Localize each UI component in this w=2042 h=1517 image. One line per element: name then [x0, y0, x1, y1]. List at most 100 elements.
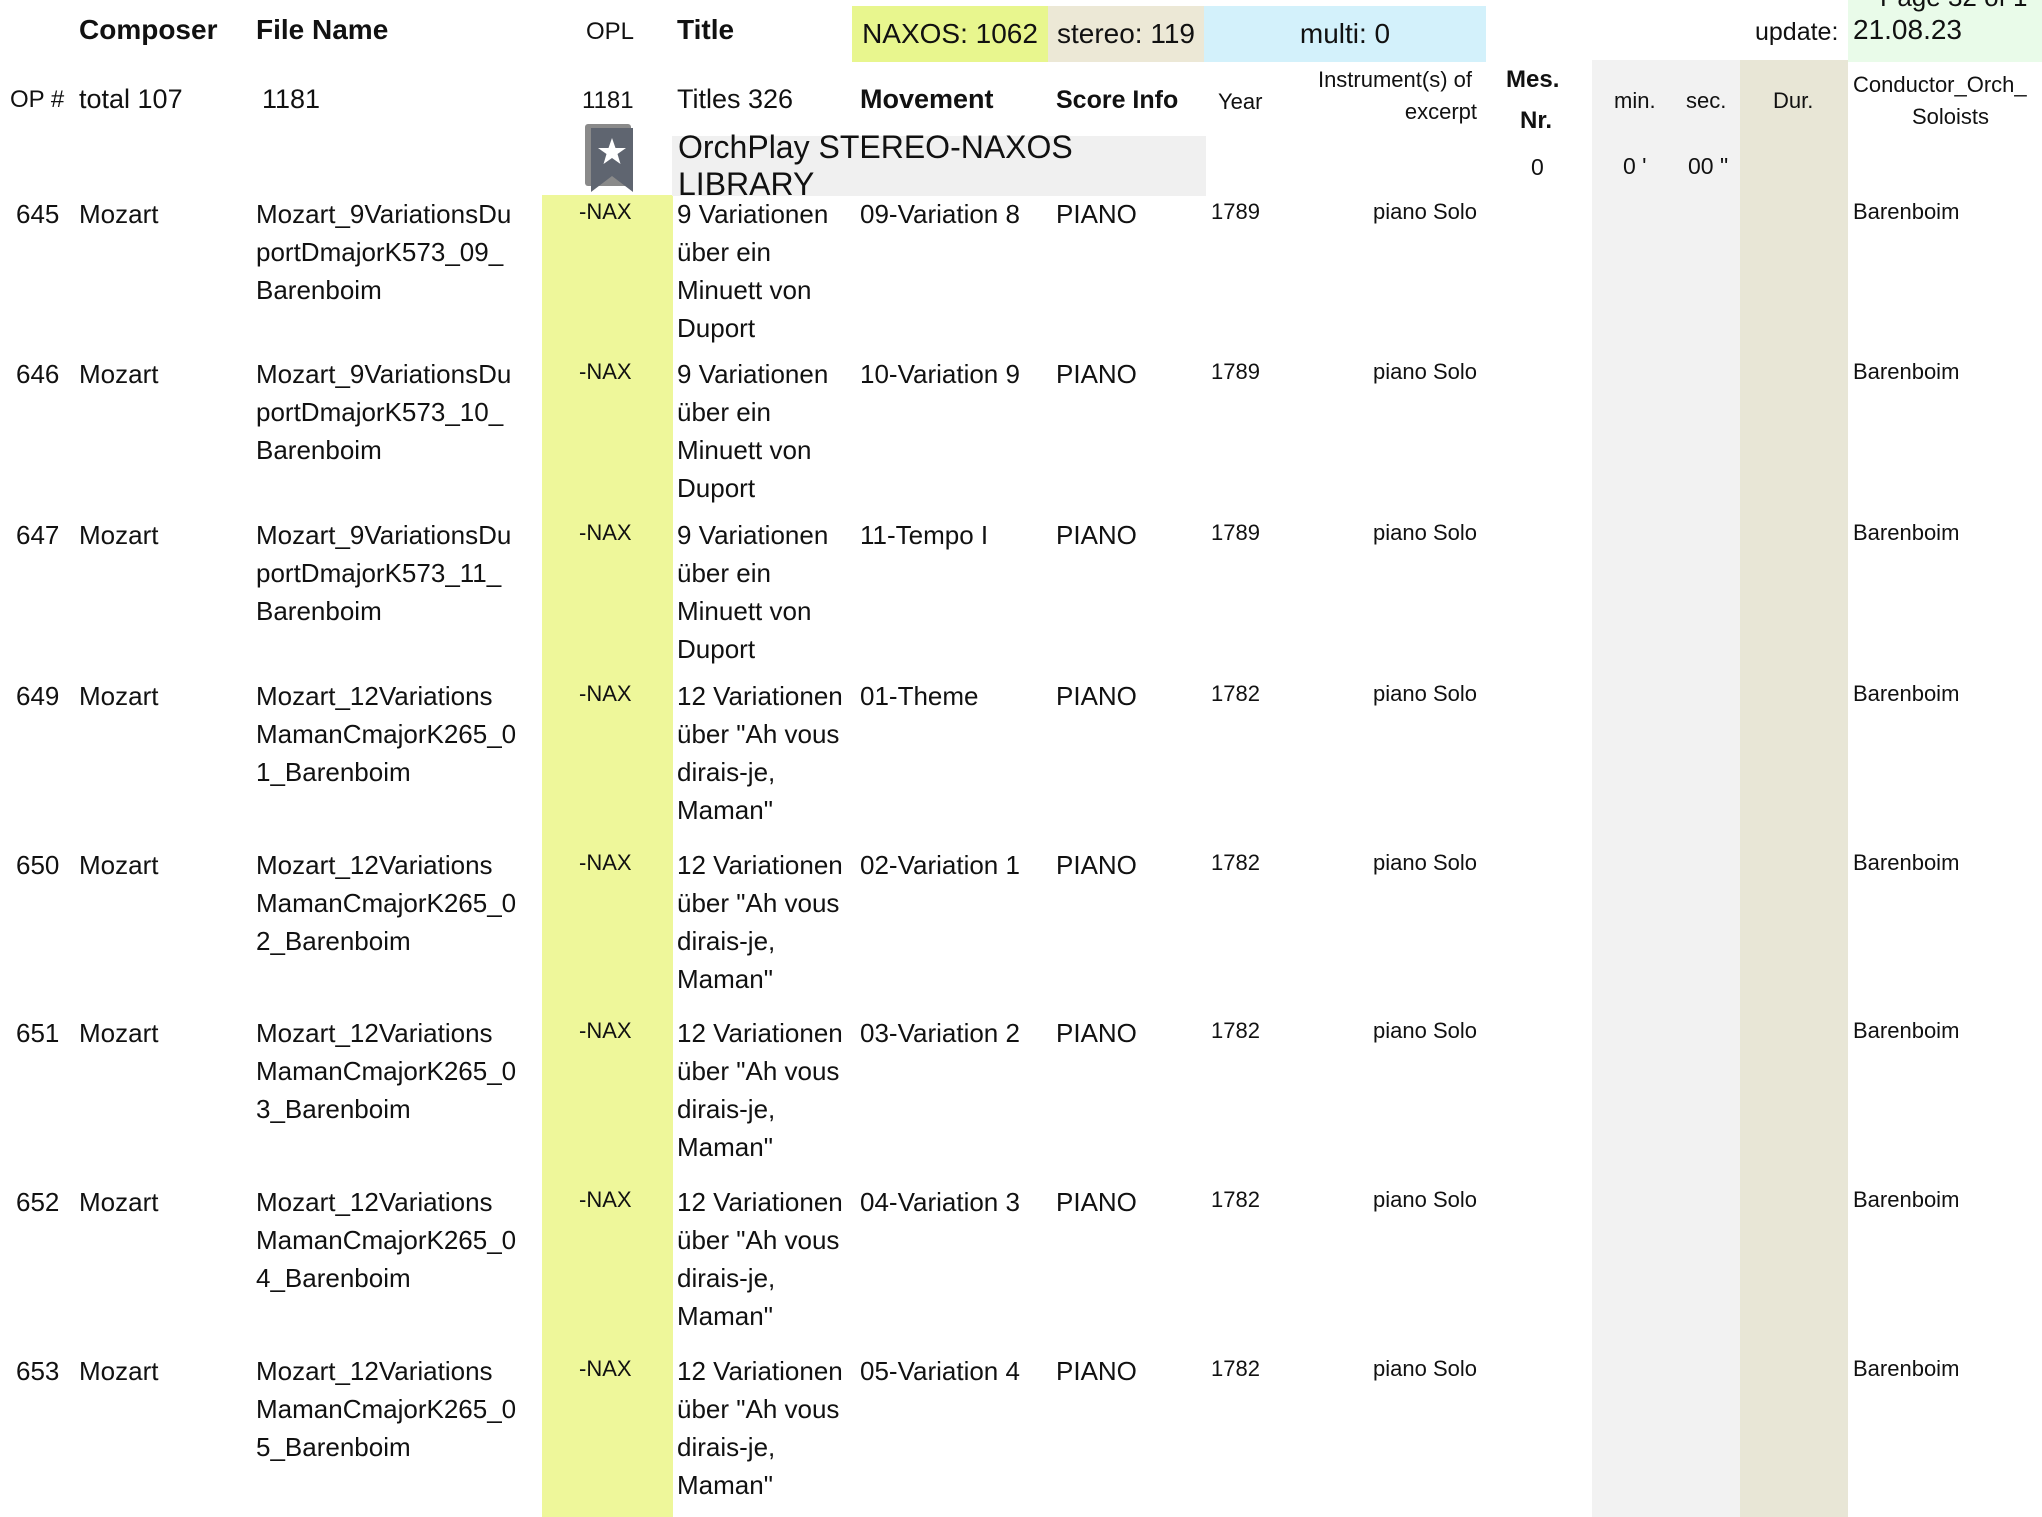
title-line: Maman" [677, 795, 773, 825]
movement: 04-Variation 3 [860, 1187, 1020, 1217]
op-number: 646 [16, 359, 60, 389]
file-name-line: MamanCmajorK265_0 [256, 719, 517, 749]
title-line: 12 Variationen [677, 850, 843, 880]
title-line: über "Ah vous [677, 888, 840, 918]
file-name-line: Mozart_12Variations [256, 850, 493, 880]
title-line: 9 Variationen [677, 199, 829, 229]
title-line: 12 Variationen [677, 1018, 843, 1048]
title-line: über ein [677, 397, 771, 427]
multi-count-badge: multi: 0 [1204, 6, 1486, 62]
conductor: Barenboim [1853, 1356, 1960, 1381]
op-number: 645 [16, 199, 60, 229]
header-conductor-line1: Conductor_Orch_ [1853, 72, 2027, 97]
header-composer: Composer [79, 14, 218, 45]
title-line: 12 Variationen [677, 1187, 843, 1217]
library-banner: OrchPlay STEREO-NAXOS LIBRARY [672, 129, 1206, 202]
update-label: update: [1755, 18, 1839, 46]
instrument: piano Solo [1373, 850, 1477, 875]
opl-tag: -NAX [579, 520, 632, 545]
header-op-number: OP # [10, 86, 65, 113]
score-info: PIANO [1056, 359, 1137, 389]
title-line: über "Ah vous [677, 719, 840, 749]
file-name-line: portDmajorK573_09_ [256, 237, 504, 267]
header-score-info: Score Info [1056, 86, 1179, 114]
op-number: 652 [16, 1187, 60, 1217]
title-line: über "Ah vous [677, 1394, 840, 1424]
header-duration: Dur. [1773, 88, 1814, 113]
op-number: 649 [16, 681, 60, 711]
instrument: piano Solo [1373, 1187, 1477, 1212]
opl-tag: -NAX [579, 1018, 632, 1043]
score-info: PIANO [1056, 1356, 1137, 1386]
year: 1789 [1211, 359, 1260, 384]
file-name-line: MamanCmajorK265_0 [256, 1056, 517, 1086]
instrument: piano Solo [1373, 1018, 1477, 1043]
composer: Mozart [79, 520, 159, 550]
header-min: min. [1614, 88, 1656, 113]
score-info: PIANO [1056, 520, 1137, 550]
file-name-line: Mozart_12Variations [256, 681, 493, 711]
composer: Mozart [79, 681, 159, 711]
total-min: 0 ' [1623, 153, 1647, 179]
instrument: piano Solo [1373, 681, 1477, 706]
header-file-name: File Name [256, 14, 389, 45]
movement: 10-Variation 9 [860, 359, 1020, 389]
file-name-line: MamanCmajorK265_0 [256, 1394, 517, 1424]
opl-tag: -NAX [579, 681, 632, 706]
file-name-line: Barenboim [256, 275, 382, 305]
title-line: Duport [677, 634, 756, 664]
movement: 02-Variation 1 [860, 850, 1020, 880]
update-date: 21.08.23 [1853, 14, 1962, 45]
file-name-line: MamanCmajorK265_0 [256, 1225, 517, 1255]
year: 1782 [1211, 1187, 1260, 1212]
header-conductor-line2: Soloists [1912, 104, 1990, 129]
movement: 09-Variation 8 [860, 199, 1020, 229]
header-total: total 107 [79, 84, 183, 114]
file-name-line: Mozart_12Variations [256, 1187, 493, 1217]
title-line: dirais-je, [677, 1094, 776, 1124]
instrument: piano Solo [1373, 1356, 1477, 1381]
conductor: Barenboim [1853, 359, 1960, 384]
title-line: dirais-je, [677, 757, 776, 787]
header-instruments-line2: excerpt [1404, 99, 1477, 124]
opl-tag: -NAX [579, 1187, 632, 1212]
title-line: Duport [677, 473, 756, 503]
title-line: Duport [677, 313, 756, 343]
title-line: Maman" [677, 1470, 773, 1500]
op-number: 650 [16, 850, 60, 880]
file-name-line: 2_Barenboim [256, 926, 411, 956]
file-name-line: Mozart_9VariationsDu [256, 359, 512, 389]
min-sec-column-band [1592, 60, 1740, 1517]
file-name-line: Mozart_12Variations [256, 1356, 493, 1386]
movement: 11-Tempo I [860, 520, 989, 550]
score-info: PIANO [1056, 850, 1137, 880]
title-line: 9 Variationen [677, 520, 829, 550]
year: 1789 [1211, 199, 1260, 224]
op-number: 651 [16, 1018, 60, 1048]
conductor: Barenboim [1853, 1187, 1960, 1212]
header-sec: sec. [1686, 88, 1727, 113]
score-info: PIANO [1056, 1018, 1137, 1048]
conductor: Barenboim [1853, 850, 1960, 875]
conductor: Barenboim [1853, 1018, 1960, 1043]
file-name-line: 4_Barenboim [256, 1263, 411, 1293]
title-line: über ein [677, 558, 771, 588]
year: 1782 [1211, 681, 1260, 706]
title-line: über "Ah vous [677, 1225, 840, 1255]
header-titles: Titles 326 [677, 84, 794, 114]
conductor: Barenboim [1853, 199, 1960, 224]
file-name-line: Mozart_9VariationsDu [256, 520, 512, 550]
header-title: Title [677, 14, 735, 45]
title-line: Maman" [677, 964, 773, 994]
score-info: PIANO [1056, 681, 1137, 711]
header-opl-count: 1181 [582, 87, 634, 114]
composer: Mozart [79, 199, 159, 229]
score-info: PIANO [1056, 1187, 1137, 1217]
file-name-line: 5_Barenboim [256, 1432, 411, 1462]
file-name-line: Barenboim [256, 435, 382, 465]
title-line: über "Ah vous [677, 1056, 840, 1086]
page-number: Page 32 of 1 [1880, 0, 2027, 13]
title-line: dirais-je, [677, 1432, 776, 1462]
conductor: Barenboim [1853, 520, 1960, 545]
bookmark-star-icon[interactable] [583, 122, 639, 196]
